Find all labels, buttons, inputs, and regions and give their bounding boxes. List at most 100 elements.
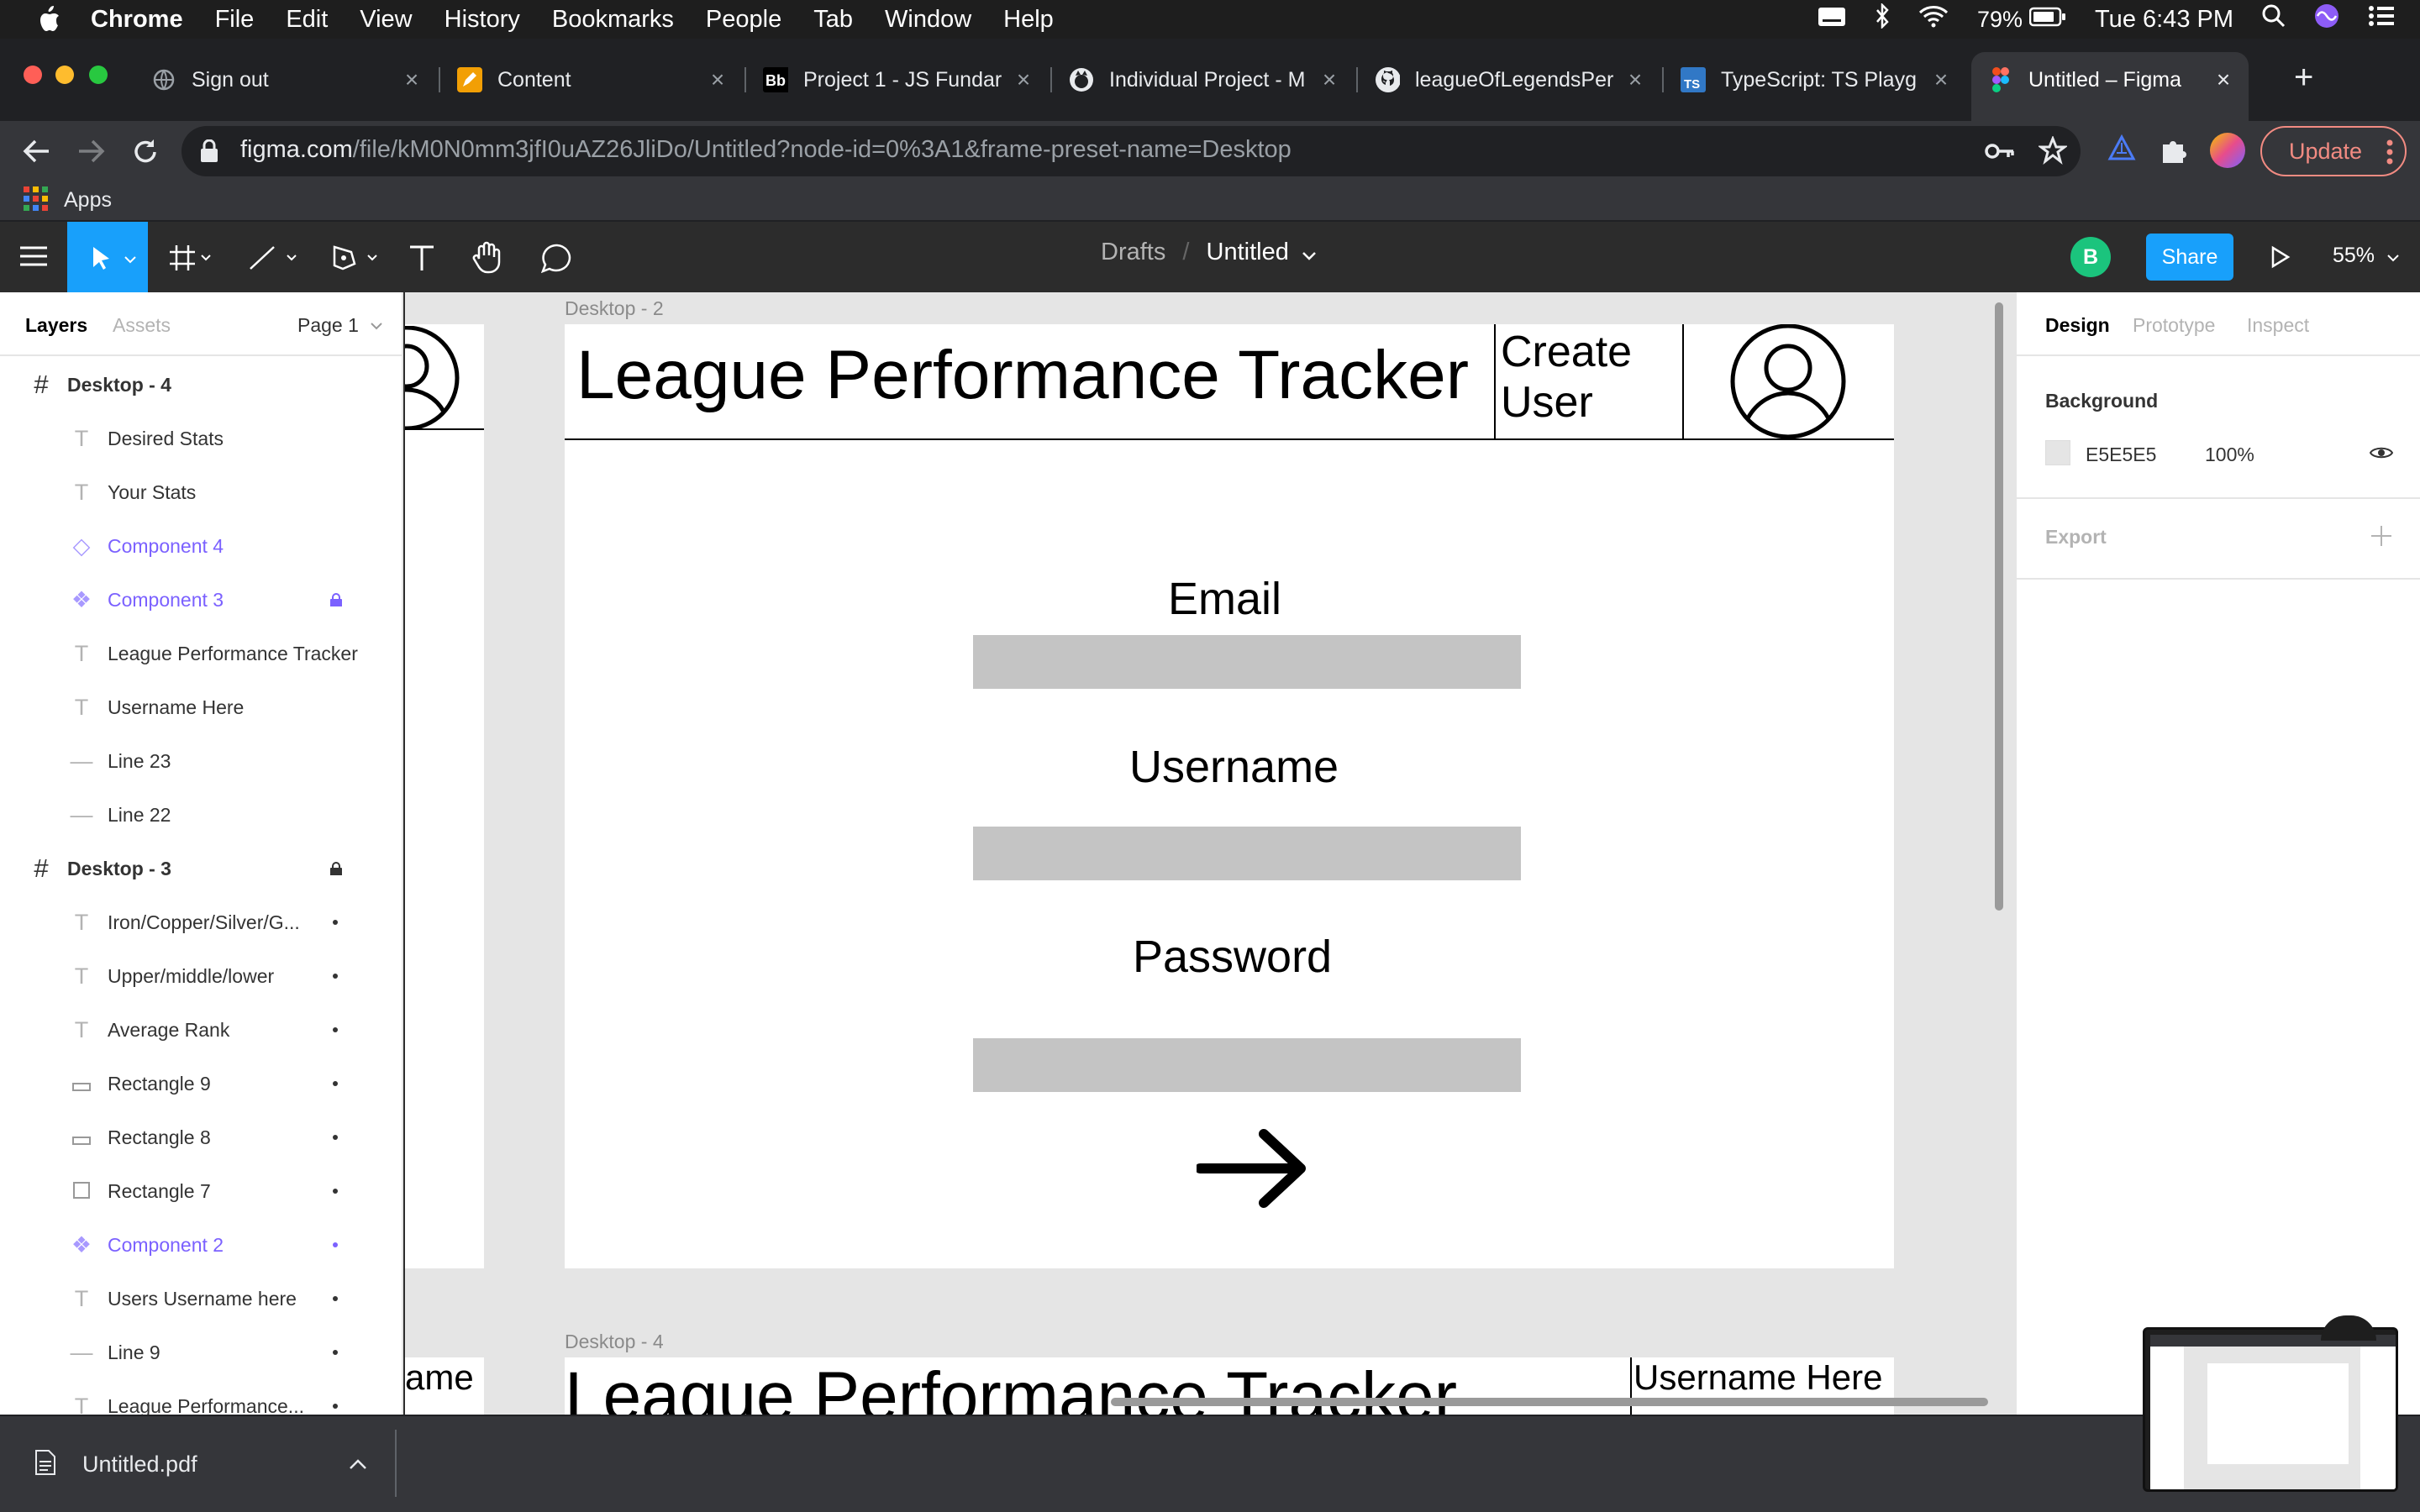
- drafts-link[interactable]: Drafts: [1101, 239, 1165, 265]
- update-chrome-button[interactable]: Update: [2260, 126, 2407, 176]
- layer-row[interactable]: # Desktop - 3: [0, 842, 402, 895]
- layer-row[interactable]: # Desktop - 4: [0, 358, 402, 412]
- tab-design[interactable]: Design: [2045, 314, 2110, 337]
- notification-center-icon[interactable]: [2368, 5, 2395, 34]
- menu-edit[interactable]: Edit: [286, 6, 328, 34]
- eye-visibility-icon[interactable]: [2370, 445, 2393, 460]
- tab-figma-untitled[interactable]: Untitled – Figma ×: [1988, 55, 2233, 104]
- password-input-box[interactable]: [973, 1038, 1521, 1092]
- horizontal-scrollbar[interactable]: [1111, 1398, 1988, 1406]
- tab-content[interactable]: Content ×: [457, 55, 728, 104]
- tab-assets[interactable]: Assets: [113, 314, 171, 337]
- move-tool-button[interactable]: [67, 222, 148, 292]
- chevron-down-icon[interactable]: [1302, 239, 1316, 267]
- tab-typescript-playground[interactable]: TS TypeScript: TS Playg ×: [1681, 55, 1951, 104]
- tab-prototype[interactable]: Prototype: [2133, 314, 2215, 337]
- frame-desktop-3-partial[interactable]: [405, 324, 484, 1268]
- vertical-scrollbar[interactable]: [1995, 302, 2003, 911]
- page-selector[interactable]: Page 1: [297, 314, 383, 337]
- tab-github-repo[interactable]: leagueOfLegendsPer ×: [1375, 55, 1645, 104]
- close-tab-icon[interactable]: ×: [1625, 68, 1645, 92]
- file-name-menu[interactable]: Untitled: [1207, 239, 1289, 265]
- close-window-button[interactable]: [24, 66, 42, 84]
- background-color-swatch[interactable]: [2045, 440, 2070, 465]
- new-tab-plus-icon[interactable]: +: [2294, 60, 2313, 94]
- menu-chrome[interactable]: Chrome: [91, 6, 183, 34]
- close-tab-icon[interactable]: ×: [708, 68, 728, 92]
- close-tab-icon[interactable]: ×: [1319, 68, 1339, 92]
- menu-bookmarks[interactable]: Bookmarks: [552, 6, 674, 34]
- minimize-window-button[interactable]: [55, 66, 74, 84]
- menu-window[interactable]: Window: [885, 6, 971, 34]
- apps-grid-icon[interactable]: [24, 186, 49, 216]
- close-tab-icon[interactable]: ×: [2213, 68, 2233, 92]
- layer-row[interactable]: ❖ Component 2: [0, 1218, 402, 1272]
- layer-row[interactable]: T Iron/Copper/Silver/G...: [0, 895, 402, 949]
- layer-row[interactable]: T League Performance...: [0, 1379, 402, 1415]
- apple-icon[interactable]: [32, 5, 66, 34]
- pen-tool-icon[interactable]: [331, 244, 381, 276]
- comment-tool-icon[interactable]: [540, 244, 573, 278]
- more-vertical-icon[interactable]: [2386, 139, 2393, 171]
- menu-people[interactable]: People: [706, 6, 781, 34]
- extensions-puzzle-icon[interactable]: [2160, 136, 2188, 169]
- forward-arrow-icon[interactable]: [77, 138, 106, 169]
- frame-tool-icon[interactable]: [170, 245, 212, 275]
- layer-row[interactable]: Rectangle 9: [0, 1057, 402, 1110]
- layer-row[interactable]: ◇ Component 4: [0, 519, 402, 573]
- frame-label-desktop-2[interactable]: Desktop - 2: [565, 297, 664, 320]
- background-opacity-input[interactable]: 100%: [2205, 444, 2254, 466]
- keyboard-icon[interactable]: [1818, 6, 1846, 34]
- menu-history[interactable]: History: [445, 6, 520, 34]
- frame-desktop-2[interactable]: League Performance Tracker Create User E…: [565, 324, 1894, 1268]
- extension-triangle-icon[interactable]: [2107, 134, 2136, 167]
- layer-row[interactable]: Rectangle 7: [0, 1164, 402, 1218]
- tab-inspect[interactable]: Inspect: [2247, 314, 2309, 337]
- email-input-box[interactable]: [973, 635, 1521, 689]
- user-avatar[interactable]: B: [2070, 237, 2111, 277]
- layer-row[interactable]: T Your Stats: [0, 465, 402, 519]
- frame-label-desktop-4[interactable]: Desktop - 4: [565, 1331, 664, 1353]
- share-button[interactable]: Share: [2146, 234, 2233, 281]
- hand-tool-icon[interactable]: [472, 240, 502, 278]
- screen-share-thumbnail[interactable]: [2143, 1327, 2398, 1492]
- siri-icon[interactable]: [2314, 3, 2339, 35]
- zoom-menu[interactable]: 55%: [2333, 244, 2399, 269]
- submit-arrow-icon[interactable]: [1197, 1129, 1309, 1208]
- layer-row[interactable]: T Upper/middle/lower: [0, 949, 402, 1003]
- background-hex-input[interactable]: E5E5E5: [2086, 444, 2156, 466]
- tab-individual-project[interactable]: Individual Project - M ×: [1069, 55, 1339, 104]
- layer-row[interactable]: T Username Here: [0, 680, 402, 734]
- lock-icon[interactable]: [200, 139, 218, 167]
- menu-file[interactable]: File: [215, 6, 255, 34]
- line-tool-icon[interactable]: [249, 245, 299, 275]
- key-icon[interactable]: [1985, 138, 2015, 169]
- reload-icon[interactable]: [131, 138, 160, 171]
- layer-row[interactable]: T League Performance Tracker: [0, 627, 402, 680]
- layer-row[interactable]: T Desired Stats: [0, 412, 402, 465]
- tab-sign-out[interactable]: Sign out ×: [151, 55, 422, 104]
- layer-row[interactable]: Rectangle 8: [0, 1110, 402, 1164]
- zoom-window-button[interactable]: [89, 66, 108, 84]
- add-export-plus-icon[interactable]: [2371, 526, 2391, 546]
- url-text[interactable]: figma.com/file/kM0N0mm3jfI0uAZ26JliDo/Un…: [240, 136, 1292, 164]
- main-menu-icon[interactable]: [20, 245, 47, 271]
- close-tab-icon[interactable]: ×: [1013, 68, 1034, 92]
- close-tab-icon[interactable]: ×: [1931, 68, 1951, 92]
- bluetooth-icon[interactable]: [1875, 2, 1890, 35]
- layer-row[interactable]: T Average Rank: [0, 1003, 402, 1057]
- back-arrow-icon[interactable]: [22, 138, 50, 169]
- close-tab-icon[interactable]: ×: [402, 68, 422, 92]
- menu-tab[interactable]: Tab: [813, 6, 853, 34]
- layer-row[interactable]: — Line 22: [0, 788, 402, 842]
- apps-bookmark[interactable]: Apps: [64, 181, 112, 218]
- frame-desktop-4-left-partial[interactable]: ame: [405, 1357, 484, 1415]
- spotlight-search-icon[interactable]: [2262, 4, 2286, 34]
- layer-row[interactable]: T Users Username here: [0, 1272, 402, 1326]
- layer-row[interactable]: — Line 23: [0, 734, 402, 788]
- design-canvas[interactable]: ame Desktop - 2 League Performance Track…: [405, 292, 2015, 1415]
- battery-icon[interactable]: [2028, 6, 2066, 34]
- username-input-box[interactable]: [973, 827, 1521, 880]
- chevron-up-icon[interactable]: [350, 1458, 366, 1473]
- wifi-icon[interactable]: [1918, 4, 1949, 34]
